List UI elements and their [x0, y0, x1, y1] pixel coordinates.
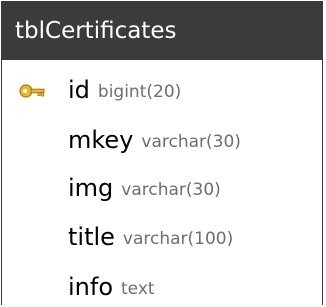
table-title: tblCertificates	[2, 2, 322, 60]
column-row-title[interactable]: title varchar(100)	[2, 221, 322, 261]
column-name: img	[68, 174, 114, 202]
column-row-mkey[interactable]: mkey varchar(30)	[2, 124, 322, 164]
table-entity[interactable]: tblCertificates id bigint(20) mkey varchar…	[1, 1, 323, 305]
column-type: varchar(30)	[141, 132, 241, 152]
column-name: id	[68, 76, 90, 104]
column-type: varchar(100)	[122, 229, 234, 249]
column-name: mkey	[68, 126, 134, 154]
column-row-info[interactable]: info text	[2, 271, 322, 305]
primary-key-icon	[19, 83, 47, 99]
column-name: title	[68, 223, 115, 251]
column-name: info	[68, 273, 114, 301]
column-type: bigint(20)	[97, 82, 182, 102]
column-row-id[interactable]: id bigint(20)	[2, 74, 322, 114]
column-type: varchar(30)	[121, 180, 221, 200]
column-row-img[interactable]: img varchar(30)	[2, 172, 322, 212]
column-type: text	[121, 279, 155, 299]
